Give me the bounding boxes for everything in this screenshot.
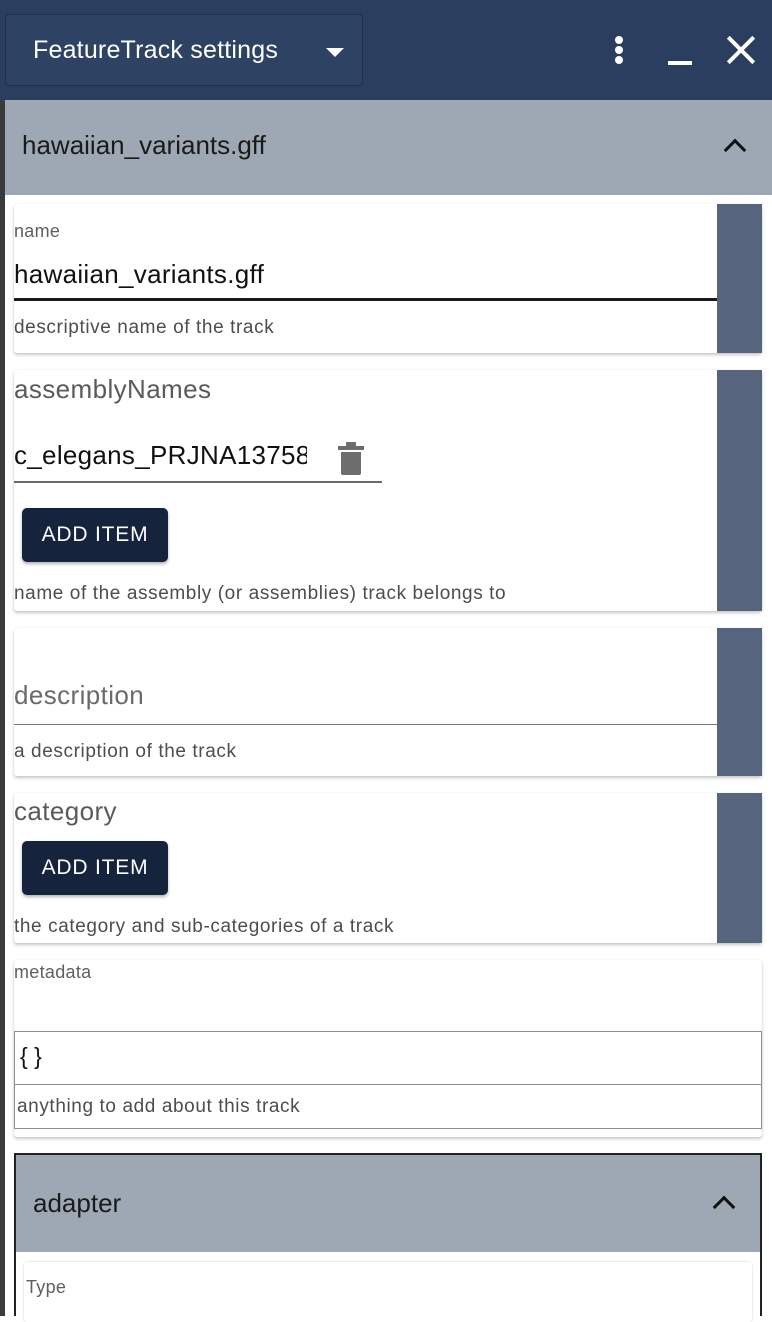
delete-item-icon[interactable]	[338, 442, 364, 476]
track-accordion-title: hawaiian_variants.gff	[22, 130, 266, 160]
add-category-item-button[interactable]: ADD ITEM	[22, 841, 168, 895]
close-icon[interactable]	[721, 30, 761, 70]
track-accordion-header[interactable]: hawaiian_variants.gff	[5, 100, 772, 195]
category-field-card: category ADD ITEM the category and sub-c…	[14, 793, 762, 943]
adapter-accordion-header[interactable]: adapter	[16, 1155, 760, 1252]
field-options-rail	[717, 793, 762, 943]
chevron-up-icon[interactable]	[723, 138, 747, 162]
category-helper-text: the category and sub-categories of a tra…	[14, 916, 395, 937]
assembly-names-helper-text: name of the assembly (or assemblies) tra…	[14, 583, 507, 604]
assembly-name-input[interactable]: c_elegans_PRJNA13758	[14, 440, 307, 471]
field-options-rail	[717, 370, 762, 611]
adapter-title: adapter	[33, 1188, 122, 1218]
metadata-field-card: metadata { } anything to add about this …	[14, 960, 762, 1137]
description-field-card: description a description of the track	[14, 628, 762, 776]
minimize-icon[interactable]	[660, 30, 700, 70]
assembly-names-field-card: assemblyNames c_elegans_PRJNA13758 ADD I…	[14, 370, 762, 611]
name-input-underline	[14, 298, 717, 301]
metadata-helper-box: anything to add about this track	[14, 1084, 762, 1129]
name-helper-text: descriptive name of the track	[14, 317, 275, 338]
name-input[interactable]: hawaiian_variants.gff	[14, 259, 714, 290]
metadata-json-editor[interactable]: { }	[14, 1031, 762, 1085]
adapter-type-label: Type	[26, 1277, 67, 1297]
assembly-names-label: assemblyNames	[14, 374, 212, 404]
adapter-section: adapter Type	[14, 1153, 762, 1322]
metadata-value: { }	[20, 1043, 42, 1069]
description-underline	[14, 724, 717, 725]
chevron-up-icon[interactable]	[712, 1195, 736, 1219]
name-label: name	[14, 221, 61, 241]
description-input-placeholder[interactable]: description	[14, 680, 144, 711]
category-label: category	[14, 796, 117, 826]
assembly-name-underline	[14, 481, 382, 483]
window-title-menu-button[interactable]: FeatureTrack settings	[5, 14, 363, 86]
more-options-icon[interactable]	[600, 30, 640, 70]
name-field-card: name hawaiian_variants.gff descriptive n…	[14, 204, 762, 353]
field-options-rail	[717, 628, 762, 776]
adapter-type-card: Type	[24, 1262, 752, 1322]
title-bar: FeatureTrack settings	[0, 0, 772, 100]
metadata-label: metadata	[14, 962, 92, 982]
add-assembly-item-button[interactable]: ADD ITEM	[22, 508, 168, 562]
metadata-helper-text: anything to add about this track	[17, 1096, 301, 1117]
caret-down-icon	[326, 48, 344, 57]
description-helper-text: a description of the track	[14, 741, 237, 762]
field-options-rail	[717, 204, 762, 353]
window-title: FeatureTrack settings	[33, 35, 279, 64]
